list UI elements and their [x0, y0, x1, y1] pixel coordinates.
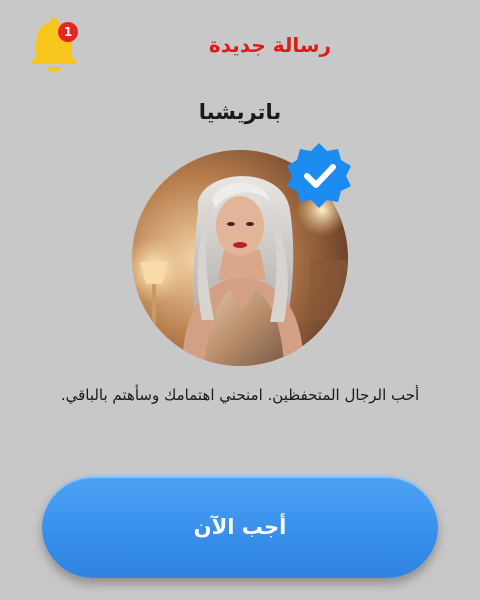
notification-count-badge: 1 — [58, 22, 78, 42]
reply-now-button[interactable]: أجب الآن — [42, 476, 438, 578]
notification-bell-button[interactable]: 1 — [26, 16, 82, 80]
profile-bio: أحب الرجال المتحفظين. امنحني اهتمامك وسأ… — [60, 386, 420, 404]
page-title: رسالة جديدة — [208, 33, 332, 57]
verified-check-icon — [284, 140, 354, 210]
avatar-container — [132, 143, 351, 366]
profile-name: باتريشيا — [198, 100, 282, 124]
